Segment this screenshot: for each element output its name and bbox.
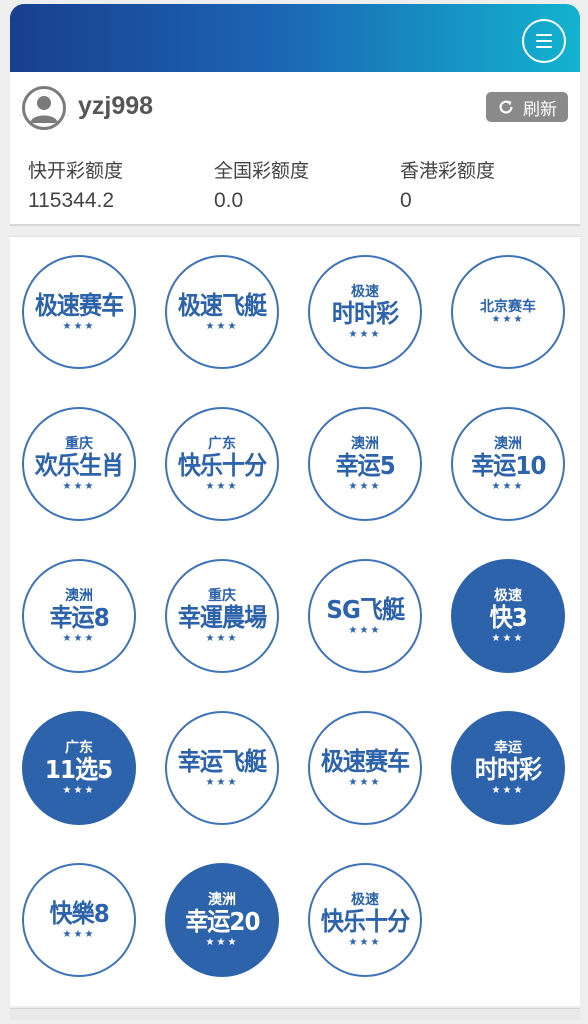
game-tile[interactable]: 澳洲 幸运8 ★★★	[22, 559, 136, 673]
stars-icon: ★★★	[62, 321, 96, 332]
game-grid-area: 极速赛车 ★★★ 极速飞艇 ★★★ 极速 时时彩 ★★★ 北京赛车 ★★★ 重庆 欢乐生肖 ★★★ 广东…	[10, 236, 580, 1006]
game-tile[interactable]: SG飞艇 ★★★	[308, 559, 422, 673]
refresh-label: 刷新	[523, 99, 557, 119]
game-title: 幸運農場	[177, 603, 267, 632]
game-subtitle: 幸运	[494, 739, 522, 755]
stars-icon: ★★★	[491, 314, 525, 325]
game-tile[interactable]: 幸运飞艇 ★★★	[165, 711, 279, 825]
game-subtitle: 重庆	[65, 435, 93, 451]
game-title: 11选5	[45, 755, 113, 784]
game-tile[interactable]: 幸运 时时彩 ★★★	[451, 711, 565, 825]
stars-icon: ★★★	[348, 329, 382, 340]
game-title: 欢乐生肖	[34, 451, 124, 480]
game-tile[interactable]: 极速赛车 ★★★	[308, 711, 422, 825]
game-subtitle: 极速	[494, 587, 522, 603]
refresh-icon	[499, 100, 513, 114]
game-title: 幸运20	[184, 907, 260, 936]
quota-label: 全国彩额度	[214, 161, 310, 182]
username: yzj998	[78, 92, 154, 120]
stars-icon: ★★★	[62, 929, 96, 940]
top-bar	[10, 4, 580, 72]
game-tile[interactable]: 极速 快乐十分 ★★★	[308, 863, 422, 977]
stars-icon: ★★★	[348, 777, 382, 788]
game-subtitle: 澳洲	[351, 435, 379, 451]
game-title: 时时彩	[331, 299, 399, 328]
game-tile[interactable]: 重庆 幸運農場 ★★★	[165, 559, 279, 673]
stars-icon: ★★★	[348, 481, 382, 492]
stars-icon: ★★★	[205, 481, 239, 492]
quota-national: 全国彩额度 0.0	[214, 156, 394, 213]
game-title: 极速赛车	[320, 747, 410, 776]
game-subtitle: 广东	[208, 435, 236, 451]
game-title: 幸运10	[470, 451, 546, 480]
game-title: 幸运5	[335, 451, 395, 480]
game-title: 幸运飞艇	[177, 747, 267, 776]
stars-icon: ★★★	[62, 481, 96, 492]
game-tile[interactable]: 澳洲 幸运20 ★★★	[165, 863, 279, 977]
stars-icon: ★★★	[62, 785, 96, 796]
game-subtitle: 澳洲	[65, 587, 93, 603]
game-subtitle: 极速	[351, 891, 379, 907]
game-tile[interactable]: 广东 快乐十分 ★★★	[165, 407, 279, 521]
game-tile[interactable]: 重庆 欢乐生肖 ★★★	[22, 407, 136, 521]
quota-hongkong: 香港彩额度 0	[400, 156, 580, 213]
game-title: 时时彩	[474, 755, 542, 784]
menu-icon[interactable]	[522, 19, 566, 63]
game-title: 快乐十分	[320, 907, 410, 936]
stars-icon: ★★★	[205, 777, 239, 788]
game-title: 幸运8	[49, 603, 109, 632]
game-tile[interactable]: 澳洲 幸运5 ★★★	[308, 407, 422, 521]
game-tile[interactable]: 澳洲 幸运10 ★★★	[451, 407, 565, 521]
stars-icon: ★★★	[205, 633, 239, 644]
stars-icon: ★★★	[491, 481, 525, 492]
avatar-icon	[22, 86, 66, 130]
game-tile[interactable]: 极速赛车 ★★★	[22, 255, 136, 369]
quota-value: 115344.2	[28, 189, 115, 212]
game-subtitle: 极速	[351, 283, 379, 299]
game-tile[interactable]: 极速 时时彩 ★★★	[308, 255, 422, 369]
stars-icon: ★★★	[348, 625, 382, 636]
stars-icon: ★★★	[491, 633, 525, 644]
game-tile[interactable]: 极速飞艇 ★★★	[165, 255, 279, 369]
quota-value: 0	[400, 189, 412, 212]
game-title: SG飞艇	[326, 595, 405, 624]
game-tile[interactable]: 快樂8 ★★★	[22, 863, 136, 977]
stars-icon: ★★★	[348, 937, 382, 948]
game-subtitle: 广东	[65, 739, 93, 755]
game-title: 极速赛车	[34, 291, 124, 320]
game-title: 极速飞艇	[177, 291, 267, 320]
game-subtitle: 重庆	[208, 587, 236, 603]
game-tile[interactable]: 北京赛车 ★★★	[451, 255, 565, 369]
stars-icon: ★★★	[205, 937, 239, 948]
game-tile[interactable]: 极速 快3 ★★★	[451, 559, 565, 673]
quota-label: 快开彩额度	[28, 161, 124, 182]
game-title: 快樂8	[49, 899, 109, 928]
game-subtitle: 北京赛车	[480, 298, 536, 314]
quota-label: 香港彩额度	[400, 161, 496, 182]
game-subtitle: 澳洲	[494, 435, 522, 451]
game-title: 快乐十分	[177, 451, 267, 480]
quota-value: 0.0	[214, 189, 244, 212]
stars-icon: ★★★	[491, 785, 525, 796]
game-title: 快3	[489, 603, 527, 632]
stars-icon: ★★★	[62, 633, 96, 644]
game-grid: 极速赛车 ★★★ 极速飞艇 ★★★ 极速 时时彩 ★★★ 北京赛车 ★★★ 重庆 欢乐生肖 ★★★ 广东…	[22, 255, 565, 1015]
stars-icon: ★★★	[205, 321, 239, 332]
quota-fast: 快开彩额度 115344.2	[28, 156, 208, 213]
user-card: yzj998 刷新 快开彩额度 115344.2 全国彩额度 0.0 香港彩额度…	[10, 72, 580, 226]
refresh-button[interactable]: 刷新	[486, 92, 568, 122]
bottom-bar	[10, 1008, 580, 1020]
game-tile[interactable]: 广东 11选5 ★★★	[22, 711, 136, 825]
app: yzj998 刷新 快开彩额度 115344.2 全国彩额度 0.0 香港彩额度…	[10, 4, 580, 1020]
game-subtitle: 澳洲	[208, 891, 236, 907]
